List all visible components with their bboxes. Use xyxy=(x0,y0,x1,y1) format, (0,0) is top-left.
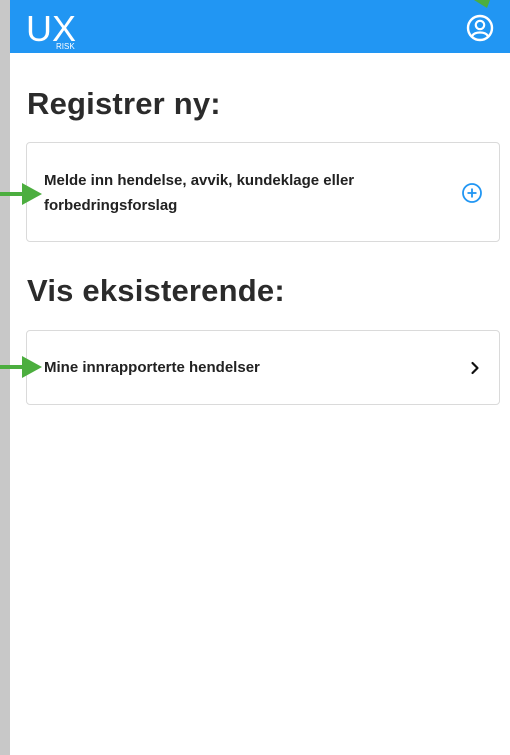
section-title-view-existing: Vis eksisterende: xyxy=(27,273,285,308)
annotation-arrow-profile xyxy=(474,0,490,8)
my-reported-incidents-label: Mine innrapporterte hendelser xyxy=(44,359,260,376)
report-incident-card[interactable]: Melde inn hendelse, avvik, kundeklage el… xyxy=(26,142,500,242)
chevron-right-icon[interactable] xyxy=(467,360,483,376)
report-incident-label: Melde inn hendelse, avvik, kundeklage el… xyxy=(44,172,355,214)
app-header: UX RISK xyxy=(10,0,510,53)
plus-circle-icon[interactable] xyxy=(461,182,483,204)
account-circle-icon[interactable] xyxy=(466,14,494,42)
annotation-arrow-my-incidents xyxy=(0,356,42,378)
annotation-arrow-report xyxy=(0,183,42,205)
ux-risk-logo[interactable]: UX RISK xyxy=(26,8,80,50)
svg-text:RISK: RISK xyxy=(56,42,75,50)
my-reported-incidents-card[interactable]: Mine innrapporterte hendelser xyxy=(26,330,500,405)
section-title-register-new: Registrer ny: xyxy=(27,86,221,121)
app-page: UX RISK Registrer ny: Melde inn hendelse… xyxy=(10,0,510,755)
